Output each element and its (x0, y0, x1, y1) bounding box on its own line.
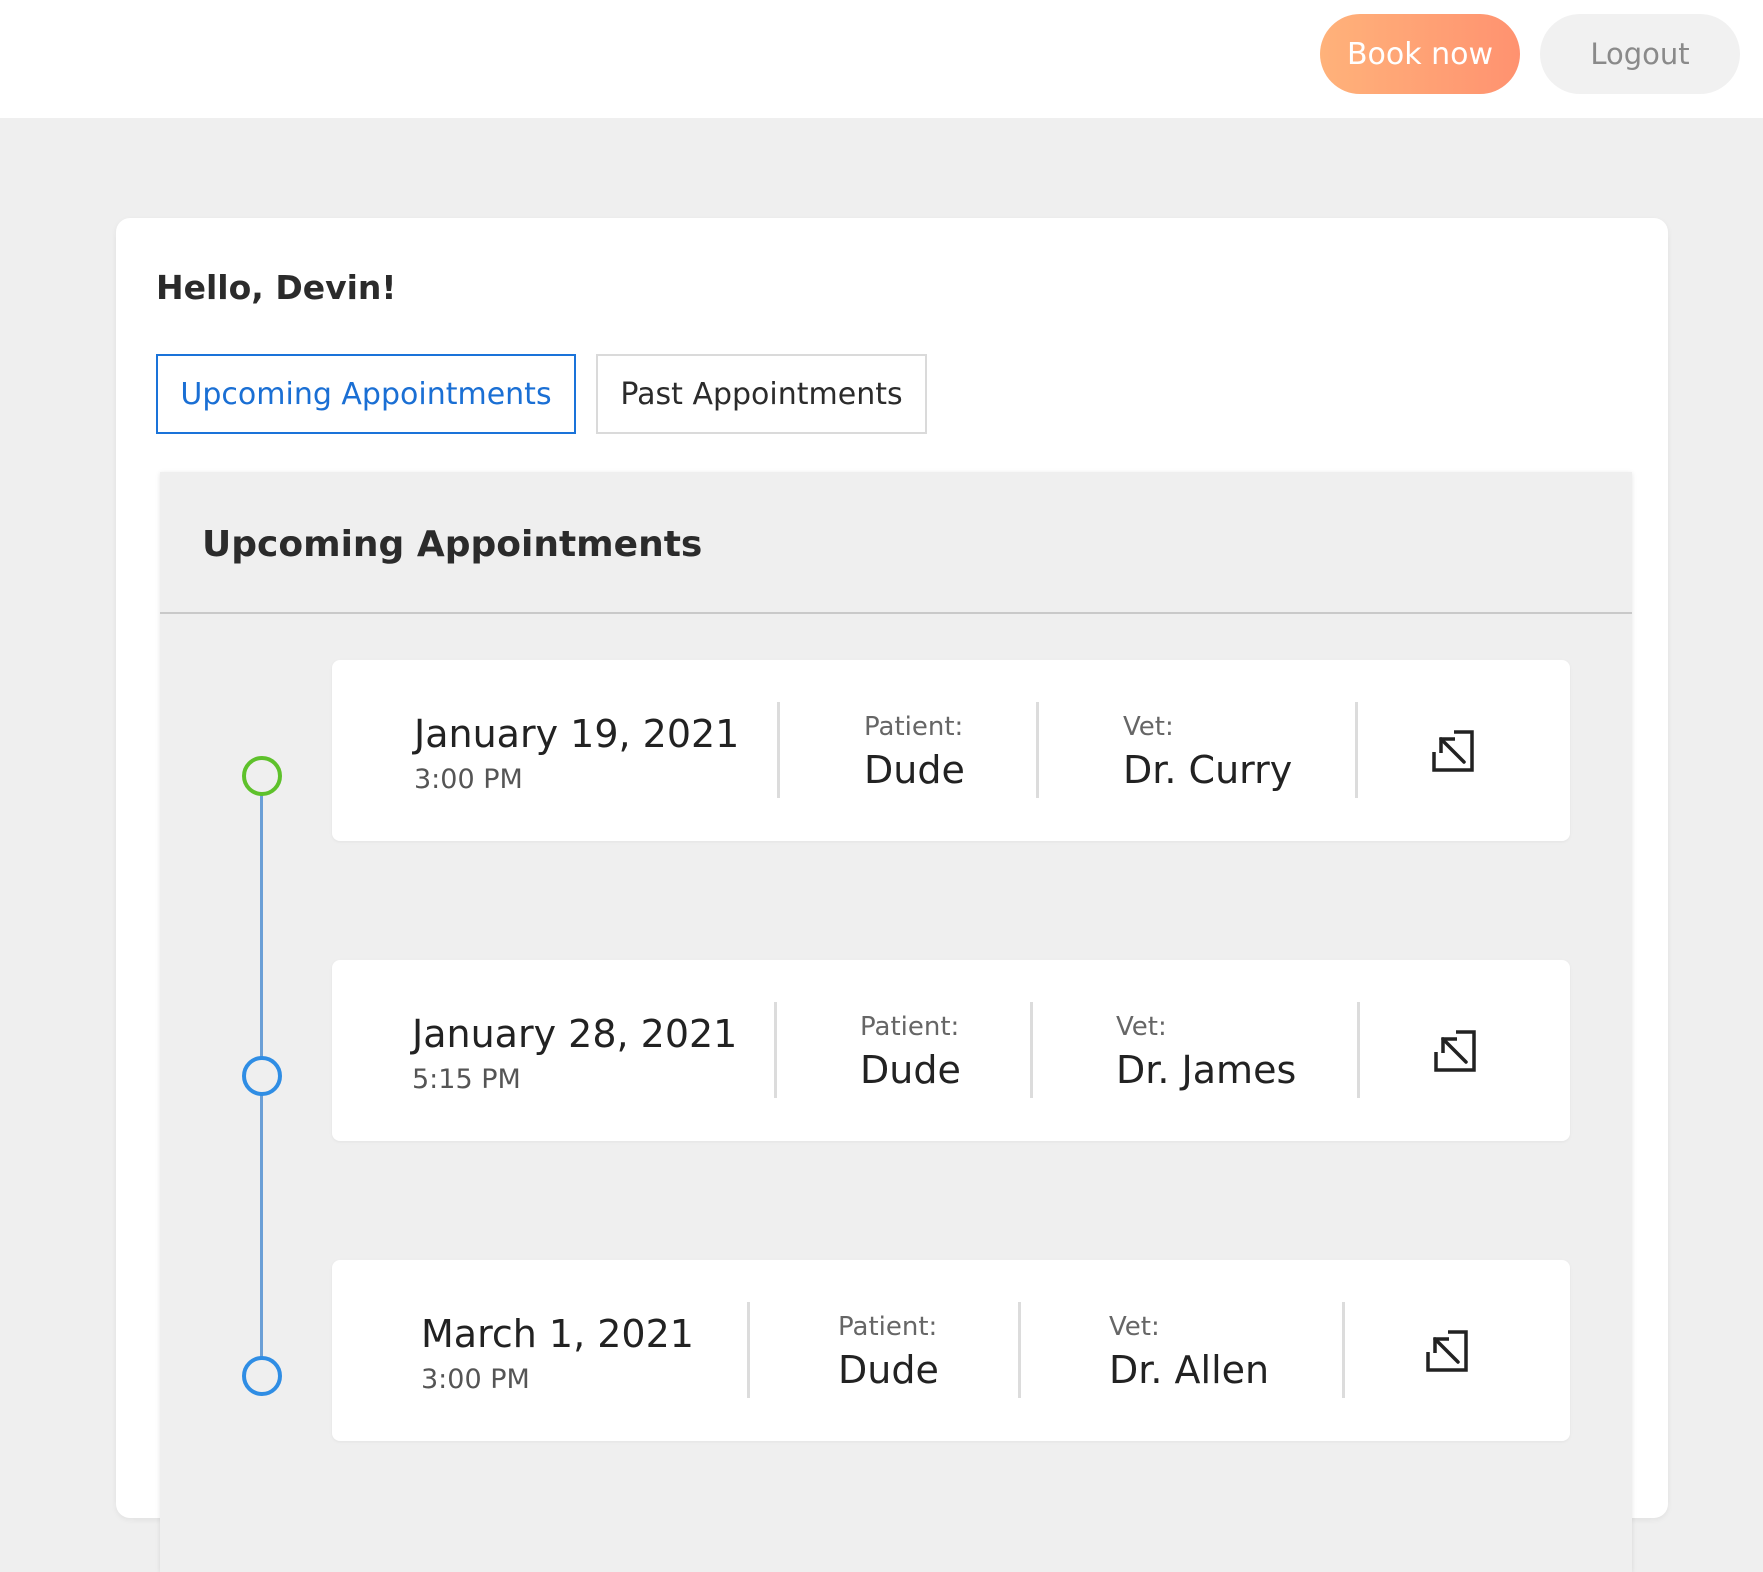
divider (774, 1002, 777, 1098)
vet-name: Dr. Allen (1109, 1348, 1270, 1392)
greeting-heading: Hello, Devin! (156, 268, 397, 307)
book-now-button[interactable]: Book now (1320, 14, 1520, 94)
patient-label: Patient: (860, 1012, 960, 1042)
timeline-dot (242, 1356, 282, 1396)
panel-title: Upcoming Appointments (202, 524, 703, 565)
divider (1018, 1302, 1021, 1398)
patient-label: Patient: (864, 712, 964, 742)
patient-name: Dude (838, 1348, 939, 1392)
vet-name: Dr. Curry (1123, 748, 1293, 792)
appointment-card[interactable]: January 19, 2021 3:00 PM Patient: Dude V… (332, 660, 1570, 841)
logout-button[interactable]: Logout (1540, 14, 1740, 94)
vet-label: Vet: (1109, 1312, 1160, 1342)
panel-header: Upcoming Appointments (160, 472, 1632, 614)
divider (1030, 1002, 1033, 1098)
patient-label: Patient: (838, 1312, 938, 1342)
open-details-icon[interactable] (1424, 1328, 1470, 1374)
timeline-dot (242, 1056, 282, 1096)
top-bar: Book now Logout (0, 0, 1763, 118)
appointment-card[interactable]: March 1, 2021 3:00 PM Patient: Dude Vet:… (332, 1260, 1570, 1441)
divider (777, 702, 780, 798)
vet-label: Vet: (1116, 1012, 1167, 1042)
divider (1355, 702, 1358, 798)
tab-upcoming-appointments[interactable]: Upcoming Appointments (156, 354, 576, 434)
open-details-icon[interactable] (1432, 1028, 1478, 1074)
patient-name: Dude (864, 748, 965, 792)
appointments-panel: Upcoming Appointments January 19, 2021 3… (160, 472, 1632, 1572)
appointment-date: January 19, 2021 (414, 712, 740, 756)
divider (747, 1302, 750, 1398)
divider (1342, 1302, 1345, 1398)
timeline-dot-current (242, 756, 282, 796)
tab-past-appointments[interactable]: Past Appointments (596, 354, 927, 434)
vet-name: Dr. James (1116, 1048, 1297, 1092)
open-details-icon[interactable] (1430, 728, 1476, 774)
appointment-date: January 28, 2021 (412, 1012, 738, 1056)
divider (1357, 1002, 1360, 1098)
vet-label: Vet: (1123, 712, 1174, 742)
appointment-time: 3:00 PM (421, 1364, 530, 1395)
dashboard-card: Hello, Devin! Upcoming Appointments Past… (116, 218, 1668, 1572)
appointment-date: March 1, 2021 (421, 1312, 694, 1356)
divider (1036, 702, 1039, 798)
appointment-time: 5:15 PM (412, 1064, 521, 1095)
patient-name: Dude (860, 1048, 961, 1092)
appointment-time: 3:00 PM (414, 764, 523, 795)
appointment-card[interactable]: January 28, 2021 5:15 PM Patient: Dude V… (332, 960, 1570, 1141)
